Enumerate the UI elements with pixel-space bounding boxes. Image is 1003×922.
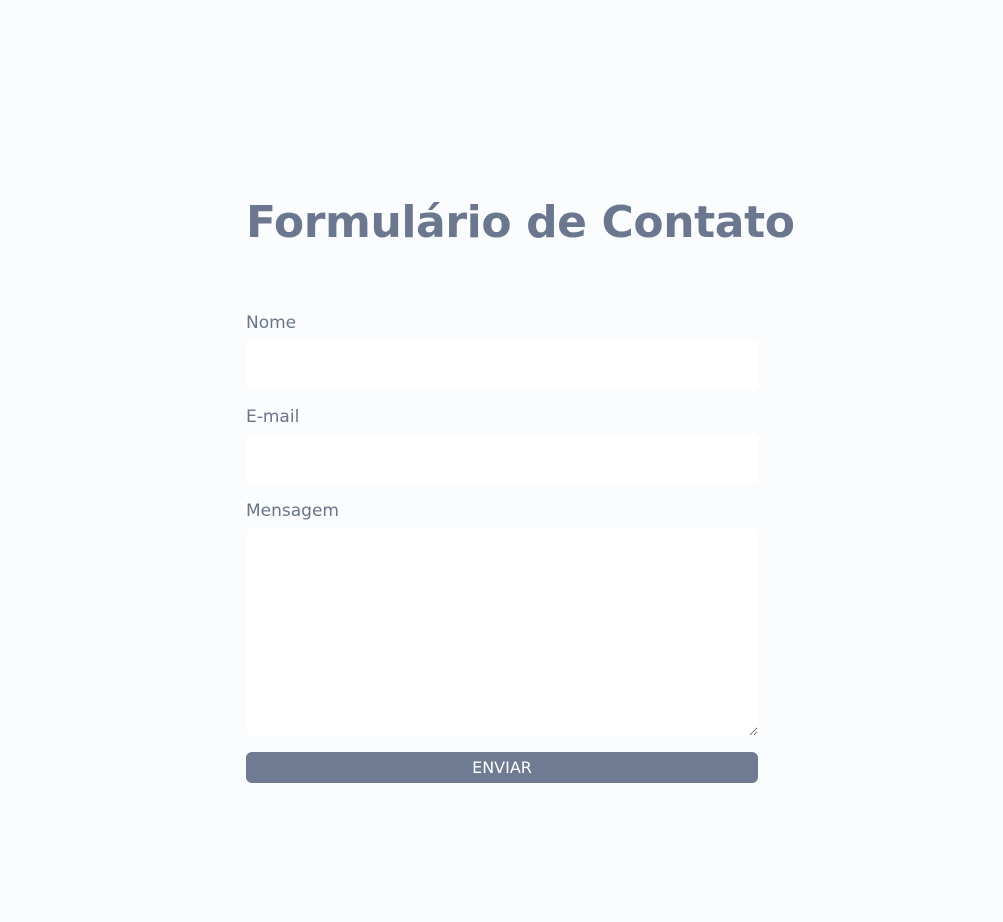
message-textarea[interactable]: [246, 528, 758, 736]
email-label: E-mail: [246, 407, 300, 427]
message-label: Mensagem: [246, 501, 339, 521]
submit-button[interactable]: ENVIAR: [246, 752, 758, 783]
name-label: Nome: [246, 313, 297, 333]
page-title: Formulário de Contato: [246, 197, 795, 248]
email-input[interactable]: [246, 434, 758, 484]
contact-form: Formulário de Contato Nome E-mail Mensag…: [246, 190, 795, 783]
name-input[interactable]: [246, 340, 758, 390]
